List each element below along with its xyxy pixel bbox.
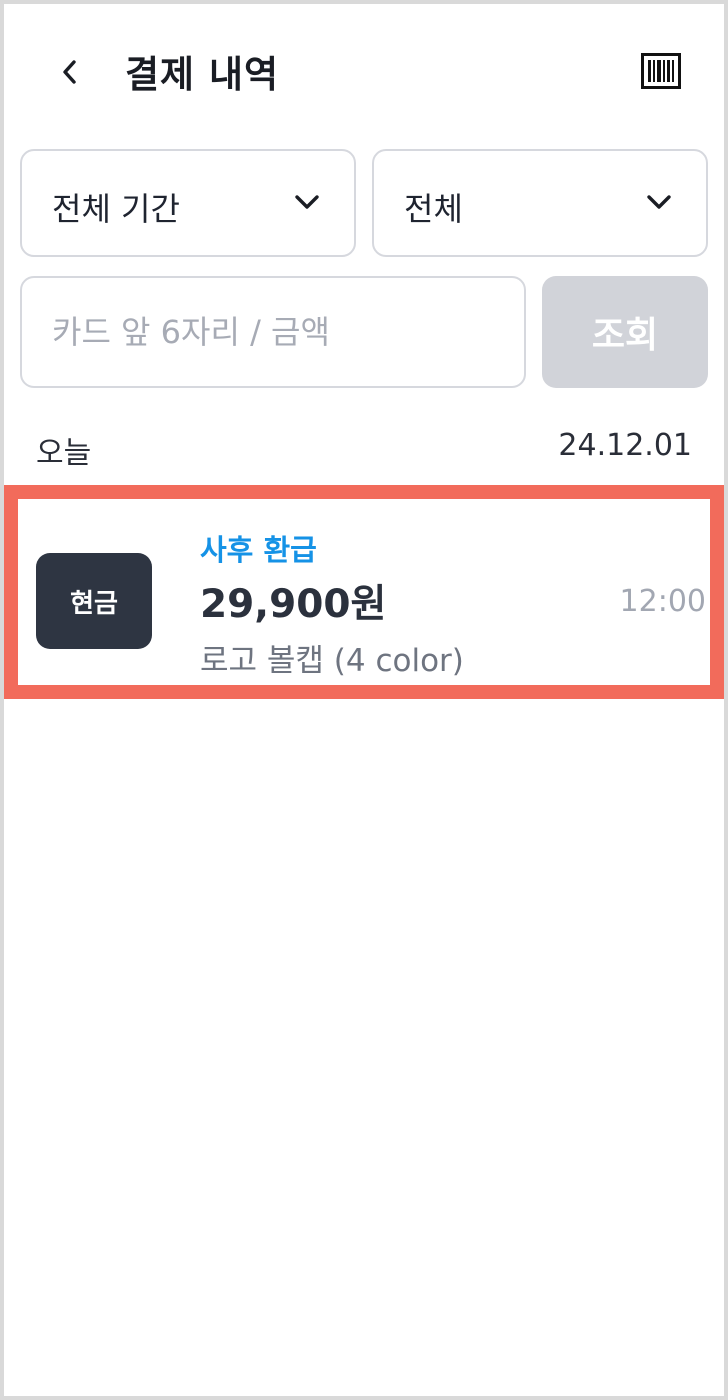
search-button[interactable]: 조회 (542, 276, 708, 388)
barcode-scan-button[interactable] (638, 48, 684, 94)
date-group-header: 오늘 24.12.01 (36, 424, 692, 471)
group-date: 24.12.01 (558, 428, 692, 463)
transaction-product: 로고 볼캡 (4 color) (200, 643, 464, 679)
app-screen: 결제 내역 전체 기간 전체 조회 오늘 24.12.01 (0, 0, 728, 1400)
day-label: 오늘 (36, 436, 92, 471)
period-filter-value: 전체 기간 (52, 190, 180, 228)
chevron-left-icon (63, 60, 76, 84)
transaction-time: 12:00 (619, 584, 706, 619)
search-input[interactable] (20, 276, 526, 388)
transaction-amount: 29,900원 (200, 582, 387, 627)
chevron-down-icon (295, 195, 319, 209)
transaction-status: 사후 환급 (200, 533, 317, 567)
header: 결제 내역 (4, 4, 724, 140)
page-title: 결제 내역 (125, 53, 280, 96)
transaction-item[interactable]: 현금 사후 환급 29,900원 로고 볼캡 (4 color) 12:00 (4, 485, 724, 699)
payment-method-badge: 현금 (36, 553, 152, 649)
back-button[interactable] (48, 48, 92, 96)
type-filter-select[interactable]: 전체 (372, 149, 708, 257)
barcode-icon (641, 53, 681, 89)
chevron-down-icon (647, 195, 671, 209)
type-filter-value: 전체 (404, 190, 463, 228)
period-filter-select[interactable]: 전체 기간 (20, 149, 356, 257)
